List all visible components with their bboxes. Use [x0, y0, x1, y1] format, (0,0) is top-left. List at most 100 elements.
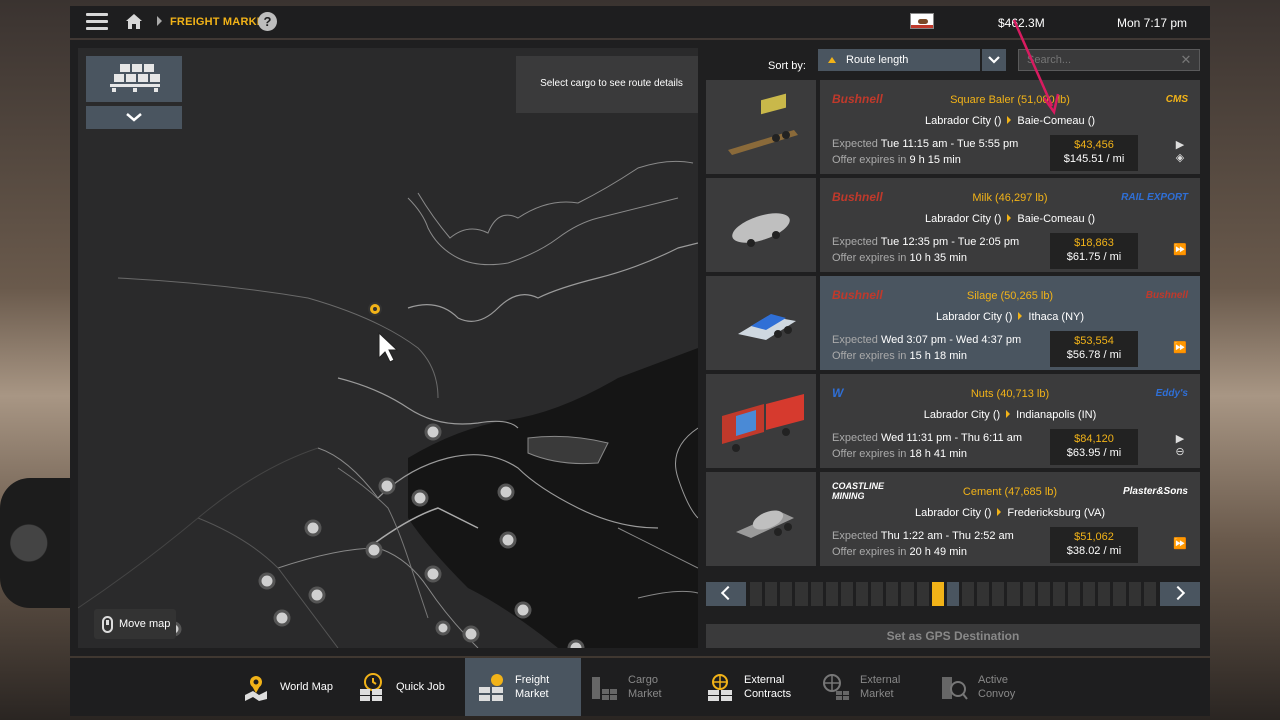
- cargo-name: Milk (46,297 lb): [972, 192, 1048, 204]
- main-panel: Select cargo to see route details Move m…: [70, 40, 1210, 656]
- page-segment[interactable]: [886, 582, 899, 606]
- page-segment[interactable]: [992, 582, 1005, 606]
- payment-per-mile: $63.95 / mi: [1066, 447, 1122, 459]
- target-company-logo: RAIL EXPORT: [1121, 191, 1188, 203]
- app-window: FREIGHT MARKET ? $462.3M Mon 7:17 pm Sel…: [70, 6, 1210, 716]
- nav-freight-market-label: Freight Market: [515, 674, 550, 700]
- route: Labrador City () Baie-Comeau (): [860, 213, 1160, 225]
- nav-external-contracts[interactable]: External Contracts: [706, 658, 816, 716]
- trailer-thumbnail: [706, 80, 816, 174]
- page-segment[interactable]: [901, 582, 914, 606]
- destination: Indianapolis (IN): [1016, 409, 1097, 421]
- payment-per-mile: $56.78 / mi: [1066, 349, 1122, 361]
- route: Labrador City () Indianapolis (IN): [860, 409, 1160, 421]
- payment-per-mile: $38.02 / mi: [1066, 545, 1122, 557]
- target-company-logo: Plaster&Sons: [1122, 485, 1188, 497]
- origin: Labrador City (): [935, 311, 1013, 323]
- cargo-view-button[interactable]: [86, 56, 182, 102]
- mouse-cursor: [378, 331, 399, 363]
- menu-icon[interactable]: [86, 13, 108, 31]
- set-gps-destination-button[interactable]: Set as GPS Destination: [706, 624, 1200, 648]
- clock-display: Mon 7:17 pm: [1117, 16, 1188, 30]
- page-segment[interactable]: [1037, 582, 1050, 606]
- cargo-name: Cement (47,685 lb): [962, 486, 1058, 498]
- page-segment[interactable]: [1007, 582, 1020, 606]
- offer-expiry: Offer expires in 15 h 18 min: [832, 350, 967, 362]
- offer-expiry: Offer expires in 18 h 41 min: [832, 448, 967, 460]
- nav-freight-market[interactable]: Freight Market: [465, 658, 581, 716]
- page-segment[interactable]: [946, 582, 959, 606]
- double-trailer-icon: ▶ ⊖: [1175, 433, 1185, 458]
- clear-search-icon[interactable]: ✕: [1178, 52, 1194, 68]
- expected-time: Expected Wed 11:31 pm - Thu 6:11 am: [832, 432, 1022, 444]
- page-segment[interactable]: [1113, 582, 1126, 606]
- page-segment[interactable]: [795, 582, 808, 606]
- page-segment[interactable]: [840, 582, 853, 606]
- source-company-logo: W: [832, 386, 844, 400]
- route-arrow-icon: [1007, 214, 1012, 222]
- payment-amount: $53,554: [1074, 335, 1114, 347]
- home-icon[interactable]: [124, 12, 144, 32]
- search-input[interactable]: [1018, 49, 1200, 71]
- money-display: $462.3M: [998, 16, 1045, 30]
- job-card[interactable]: W Nuts (40,713 lb) Eddy's Labrador City …: [706, 374, 1200, 468]
- urgency-icon: ▶ ◈: [1175, 139, 1185, 164]
- page-segment[interactable]: [765, 582, 778, 606]
- offer-expiry: Offer expires in 9 h 15 min: [832, 154, 961, 166]
- page-segment[interactable]: [1143, 582, 1156, 606]
- nav-quick-job[interactable]: Quick Job: [358, 658, 458, 716]
- nav-active-convoy-label: Active Convoy: [978, 674, 1016, 700]
- page-segment[interactable]: [961, 582, 975, 606]
- job-card[interactable]: Bushnell Milk (46,297 lb) RAIL EXPORT La…: [706, 178, 1200, 272]
- nav-external-market-label: External Market: [860, 674, 901, 700]
- page-segment[interactable]: [750, 582, 763, 606]
- mouse-icon: [102, 615, 113, 633]
- job-card-selected[interactable]: Bushnell Silage (50,265 lb) Bushnell Lab…: [706, 276, 1200, 370]
- page-segment[interactable]: [780, 582, 793, 606]
- page-segment-active[interactable]: [931, 582, 944, 606]
- expected-time: Expected Thu 1:22 am - Thu 2:52 am: [832, 530, 1014, 542]
- trailer-thumbnail: [706, 178, 816, 272]
- previous-page-button[interactable]: [706, 582, 746, 606]
- active-convoy-icon: [942, 677, 968, 700]
- sort-dropdown-button[interactable]: [982, 49, 1006, 71]
- origin: Labrador City (): [924, 213, 1002, 225]
- route: Labrador City () Baie-Comeau (): [860, 115, 1160, 127]
- page-segment[interactable]: [1083, 582, 1096, 606]
- cargo-market-icon: [592, 677, 617, 700]
- nav-world-map[interactable]: World Map: [240, 658, 350, 716]
- route-tip: Select cargo to see route details: [516, 56, 698, 113]
- payment-amount: $51,062: [1074, 531, 1114, 543]
- next-page-button[interactable]: [1160, 582, 1200, 606]
- page-segment[interactable]: [810, 582, 823, 606]
- expand-chevron-button[interactable]: [86, 106, 182, 129]
- page-segment[interactable]: [977, 582, 990, 606]
- page-segment[interactable]: [1067, 582, 1081, 606]
- offer-expiry: Offer expires in 10 h 35 min: [832, 252, 967, 264]
- job-card[interactable]: COASTLINE MINING Cement (47,685 lb) Plas…: [706, 472, 1200, 566]
- page-segment[interactable]: [871, 582, 884, 606]
- page-segment[interactable]: [916, 582, 929, 606]
- payment-box: $84,120 $63.95 / mi: [1050, 429, 1138, 465]
- sort-ascending-icon: [828, 57, 836, 63]
- world-map-icon: [245, 676, 267, 701]
- nav-external-market[interactable]: External Market: [822, 658, 932, 716]
- map-view[interactable]: Select cargo to see route details Move m…: [78, 48, 698, 648]
- job-card[interactable]: Bushnell Square Baler (51,000 lb) CMS La…: [706, 80, 1200, 174]
- nav-active-convoy[interactable]: Active Convoy: [940, 658, 1050, 716]
- help-icon[interactable]: ?: [258, 12, 277, 31]
- top-bar: FREIGHT MARKET ? $462.3M Mon 7:17 pm: [70, 6, 1210, 38]
- expected-time: Expected Tue 11:15 am - Tue 5:55 pm: [832, 138, 1019, 150]
- sort-select[interactable]: Route length: [818, 49, 980, 71]
- payment-box: $53,554 $56.78 / mi: [1050, 331, 1138, 367]
- page-segment[interactable]: [1098, 582, 1111, 606]
- page-segment[interactable]: [825, 582, 838, 606]
- nav-cargo-market[interactable]: Cargo Market: [590, 658, 690, 716]
- page-segment[interactable]: [1128, 582, 1141, 606]
- page-segment[interactable]: [1022, 582, 1035, 606]
- page-segment[interactable]: [855, 582, 869, 606]
- source-company-logo: COASTLINE MINING: [832, 481, 885, 501]
- page-segment[interactable]: [1052, 582, 1065, 606]
- page-indicator[interactable]: [750, 582, 1156, 606]
- target-company-logo: Bushnell: [1145, 289, 1188, 301]
